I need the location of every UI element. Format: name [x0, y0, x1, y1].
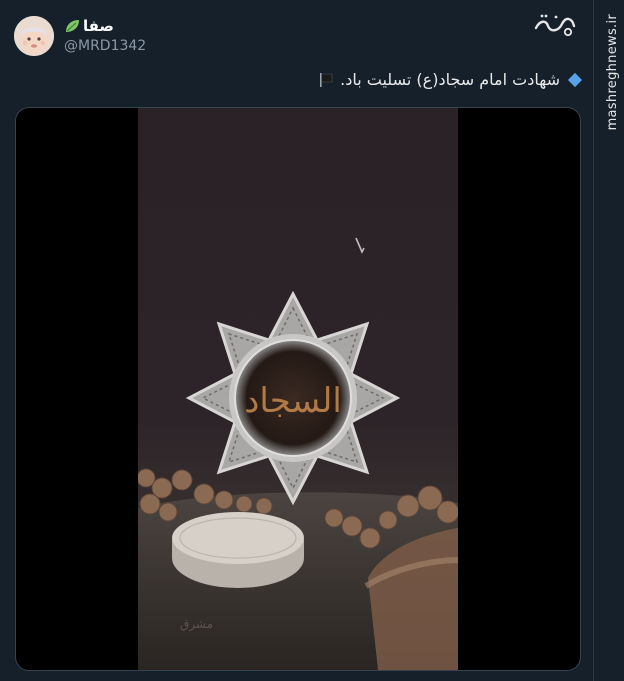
avatar[interactable] — [14, 16, 54, 56]
image-watermark: مشرق — [180, 617, 213, 632]
tweet-body: شهادت امام سجاد(ع) تسلیت باد. — [340, 70, 560, 89]
media-image: السجاد مشرق — [138, 108, 458, 670]
leaf-icon — [66, 20, 79, 32]
display-name: صفا — [83, 17, 114, 35]
medal-calligraphy: السجاد — [244, 381, 342, 421]
tweet-screenshot: mashreghnews.ir صفا @MRD1342 شهادت امام … — [0, 0, 624, 681]
display-name-row[interactable]: صفا — [64, 17, 114, 35]
black-flag-icon — [320, 72, 333, 87]
watermark-url: mashreghnews.ir — [605, 14, 620, 131]
tweet-text: شهادت امام سجاد(ع) تسلیت باد. — [318, 70, 583, 89]
imam-sajjad-artwork: السجاد مشرق — [138, 108, 458, 670]
user-handle[interactable]: @MRD1342 — [64, 38, 146, 54]
baby-avatar-icon — [14, 16, 54, 56]
mashregh-logo-icon — [534, 14, 576, 37]
tweet-media[interactable]: السجاد مشرق — [15, 107, 581, 671]
blue-diamond-icon — [567, 72, 583, 87]
